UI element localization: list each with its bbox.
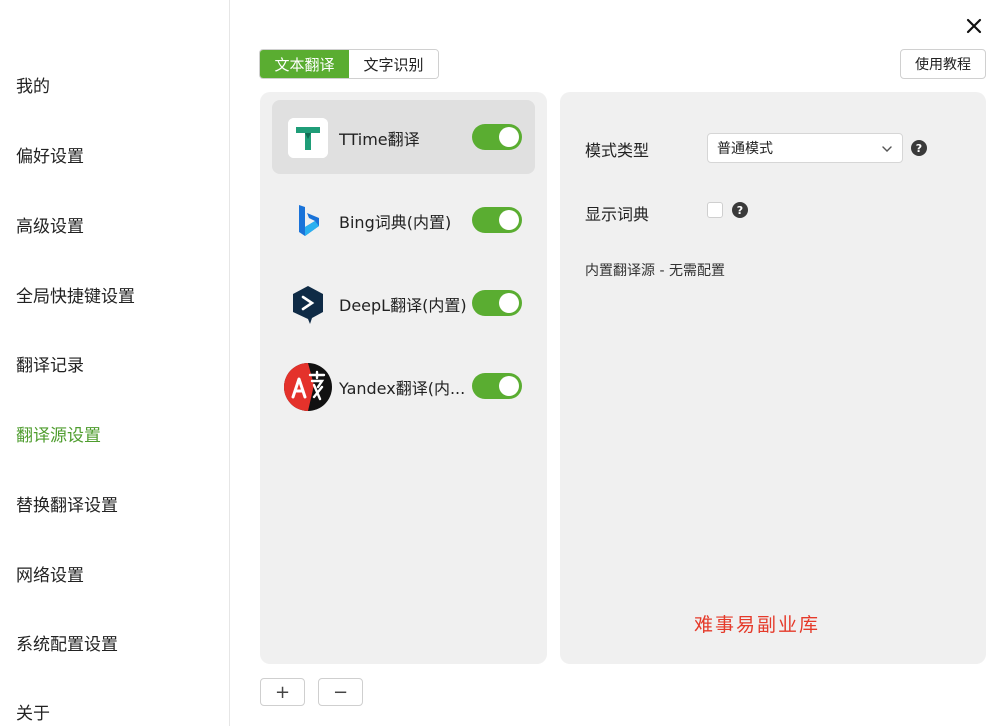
sidebar: 我的 偏好设置 高级设置 全局快捷键设置 翻译记录 翻译源设置 替换翻译设置 网…: [0, 0, 230, 726]
add-service-button[interactable]: +: [260, 678, 305, 706]
service-item-ttime[interactable]: TTime翻译: [272, 100, 535, 174]
service-item-deepl[interactable]: DeepL翻译(内置): [272, 266, 535, 340]
service-item-bing[interactable]: Bing词典(内置): [272, 183, 535, 257]
mode-type-select[interactable]: 普通模式: [707, 133, 903, 163]
mode-type-value: 普通模式: [717, 141, 773, 157]
service-config-panel: 模式类型 普通模式 ? 显示词典 ? 内置翻译源 - 无需配置 难事易副业库: [560, 92, 986, 664]
service-toggle[interactable]: [472, 207, 522, 233]
sidebar-item-system-config[interactable]: 系统配置设置: [16, 630, 118, 655]
bing-icon: [288, 201, 328, 241]
service-label: TTime翻译: [339, 130, 420, 149]
sidebar-item-global-shortcuts[interactable]: 全局快捷键设置: [16, 282, 135, 307]
yandex-icon: [284, 363, 332, 411]
tab-bar: 文本翻译 文字识别: [259, 49, 439, 79]
remove-service-button[interactable]: −: [318, 678, 363, 706]
show-dictionary-label: 显示词典: [585, 205, 650, 224]
tab-text-translation[interactable]: 文本翻译: [260, 50, 349, 78]
builtin-source-note: 内置翻译源 - 无需配置: [585, 263, 725, 279]
help-icon[interactable]: ?: [732, 202, 748, 218]
service-label: Yandex翻译(内...: [339, 379, 466, 398]
sidebar-item-about[interactable]: 关于: [16, 699, 50, 724]
sidebar-item-history[interactable]: 翻译记录: [16, 351, 84, 376]
service-list: TTime翻译 Bing词典(内置) DeepL翻译(内置) Yandex翻译(…: [260, 92, 547, 664]
sidebar-item-mine[interactable]: 我的: [16, 72, 50, 97]
service-toggle[interactable]: [472, 124, 522, 150]
sidebar-item-advanced[interactable]: 高级设置: [16, 212, 84, 237]
sidebar-item-network[interactable]: 网络设置: [16, 561, 84, 586]
service-toggle[interactable]: [472, 290, 522, 316]
ttime-icon: [288, 118, 328, 158]
show-dictionary-checkbox[interactable]: [707, 202, 723, 218]
deepl-icon: [288, 284, 328, 324]
help-icon[interactable]: ?: [911, 140, 927, 156]
mode-type-label: 模式类型: [585, 141, 650, 160]
watermark-text: 难事易副业库: [694, 614, 821, 636]
chevron-down-icon: [882, 146, 892, 152]
service-label: DeepL翻译(内置): [339, 296, 467, 315]
close-button[interactable]: [960, 12, 988, 40]
sidebar-item-translation-sources[interactable]: 翻译源设置: [16, 421, 101, 446]
tab-ocr[interactable]: 文字识别: [349, 50, 438, 78]
sidebar-item-replace-translation[interactable]: 替换翻译设置: [16, 491, 118, 516]
sidebar-item-preferences[interactable]: 偏好设置: [16, 142, 84, 167]
close-icon: [966, 18, 982, 34]
service-item-yandex[interactable]: Yandex翻译(内...: [272, 349, 535, 423]
service-label: Bing词典(内置): [339, 213, 452, 232]
service-toggle[interactable]: [472, 373, 522, 399]
tutorial-button[interactable]: 使用教程: [900, 49, 986, 79]
